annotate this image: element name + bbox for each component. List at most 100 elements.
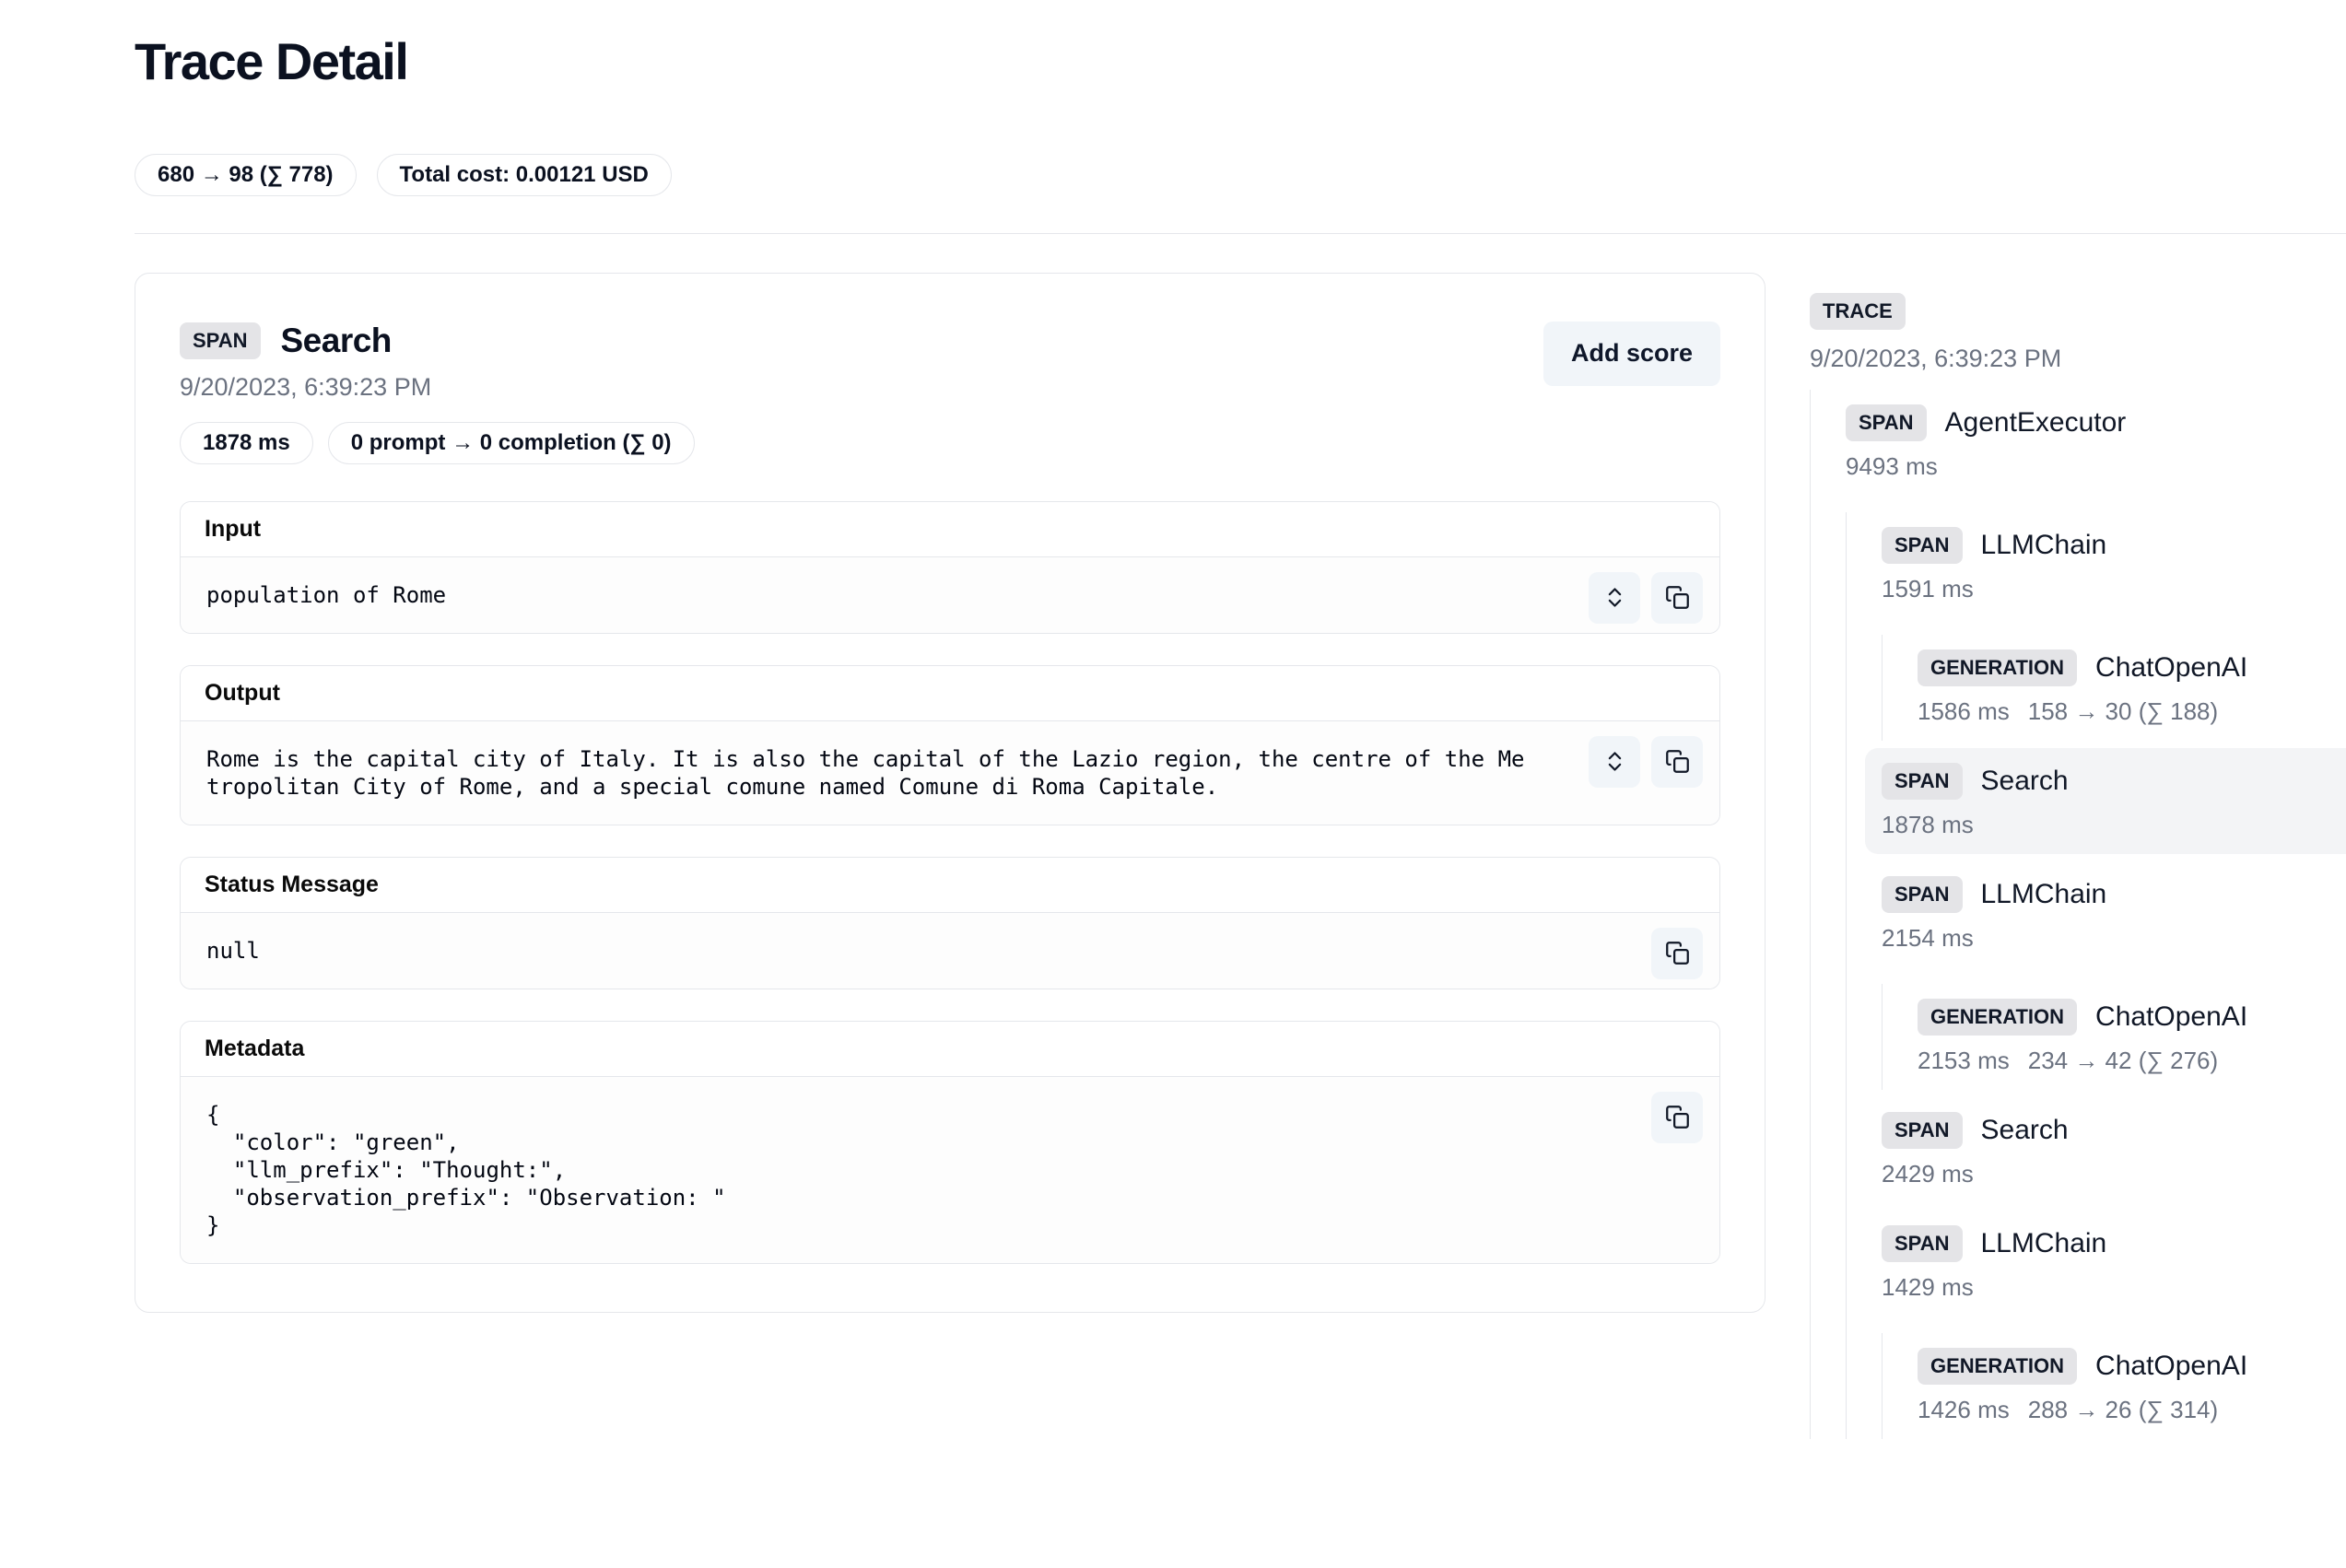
section-input: Input population of Rome [180, 501, 1720, 634]
tree-children: GENERATIONChatOpenAI 1426 ms288 → 26 (∑ 3… [1882, 1333, 2346, 1439]
observation-type-badge: SPAN [180, 322, 261, 359]
tree-node-duration: 2154 ms [1882, 924, 1974, 953]
tree-item: SPANLLMChain2154 msGENERATIONChatOpenAI2… [1882, 861, 2346, 1090]
tree-node-head: GENERATIONChatOpenAI [1918, 999, 2346, 1036]
tree-node-head: GENERATION ChatOpenAI [1918, 649, 2346, 686]
chevrons-up-down-icon [1602, 585, 1627, 610]
tree-item: GENERATIONChatOpenAI 2153 ms 234 → 42 (∑ 2… [1918, 984, 2346, 1090]
tree-item: GENERATION ChatOpenAI 1586 ms 158 → 30 (∑ 1… [1918, 635, 2346, 741]
tree-node-duration: 1878 ms [1882, 811, 1974, 839]
section-body: Rome is the capital city of Italy. It is… [181, 721, 1719, 825]
trace-summary-badges: 680 → 98 (∑ 778) Total cost: 0.00121 USD [135, 154, 2346, 196]
trace-cost-badge: Total cost: 0.00121 USD [377, 154, 672, 196]
tree-node-duration: 1426 ms [1918, 1396, 2010, 1424]
chevrons-up-down-icon [1602, 749, 1627, 774]
tree-node-agentexecutor[interactable]: SPANAgentExecutor 9493 ms [1829, 390, 2346, 496]
tree-node-type-badge: GENERATION [1918, 1348, 2077, 1385]
tree-node-duration: 2153 ms [1918, 1047, 2010, 1075]
section-content: population of Rome [206, 581, 1535, 609]
section-actions [1651, 1092, 1703, 1143]
tree-node-duration: 1591 ms [1882, 575, 1974, 603]
copy-button[interactable] [1651, 572, 1703, 624]
tree-node-duration: 9493 ms [1846, 452, 1938, 481]
copy-icon [1665, 585, 1690, 610]
tree-children: GENERATION ChatOpenAI 1586 ms 158 → 30 (∑ 1… [1882, 635, 2346, 741]
content: SPAN Search 9/20/2023, 6:39:23 PM 1878 m… [135, 273, 2346, 1439]
tree-node-head: SPAN LLMChain [1882, 527, 2346, 564]
tree-node-name: LLMChain [1981, 1228, 2107, 1259]
tree-node-search[interactable]: SPAN Search1878 ms [1865, 748, 2346, 854]
section-actions [1589, 736, 1703, 788]
trace-type-badge: TRACE [1810, 293, 1906, 330]
tree-node-meta: 1429 ms [1882, 1273, 2346, 1302]
trace-token-badge: 680 → 98 (∑ 778) [135, 154, 357, 196]
expand-button[interactable] [1589, 572, 1640, 624]
tree-node-type-badge: SPAN [1882, 1225, 1963, 1262]
copy-button[interactable] [1651, 736, 1703, 788]
tree-node-tokens: 158 → 30 (∑ 188) [2028, 697, 2218, 726]
section-title: Status Message [181, 858, 1719, 913]
tree-node-head: GENERATIONChatOpenAI [1918, 1348, 2346, 1385]
tree-node-search[interactable]: SPAN Search2429 ms [1865, 1097, 2346, 1203]
tree-node-type-badge: GENERATION [1918, 649, 2077, 686]
tree-node-type-badge: SPAN [1882, 527, 1963, 564]
copy-icon [1665, 749, 1690, 774]
section-status-message: Status Messagenull [180, 857, 1720, 989]
observation-card: SPAN Search 9/20/2023, 6:39:23 PM 1878 m… [135, 273, 1765, 1313]
copy-icon [1665, 941, 1690, 965]
tree-node-meta: 2154 ms [1882, 924, 2346, 953]
tree-children: SPANLLMChain1591 msGENERATIONChatOpenAI1… [1846, 512, 2346, 1439]
tree-node-llmchain[interactable]: SPAN LLMChain1591 ms [1865, 512, 2346, 618]
expand-button[interactable] [1589, 736, 1640, 788]
tree-node-name: AgentExecutor [1945, 407, 2127, 439]
tree-node-type-badge: SPAN [1882, 763, 1963, 800]
trace-detail-page: Trace Detail 680 → 98 (∑ 778) Total cost… [0, 35, 2346, 1439]
observation-header-left: SPAN Search 9/20/2023, 6:39:23 PM 1878 m… [180, 322, 695, 464]
trace-tree-panel: TRACE 9/20/2023, 6:39:23 PM SPANAgentExe… [1810, 273, 2346, 1439]
tree-item: SPAN LLMChain1591 ms GENERATION ChatOpenAI 1… [1882, 512, 2346, 741]
tree-node-duration: 1429 ms [1882, 1273, 1974, 1302]
tree-node-name: LLMChain [1981, 530, 2107, 561]
tree-node-head: SPANAgentExecutor [1846, 404, 2346, 441]
tree-item: SPAN LLMChain1429 ms GENERATIONChatOpenAI 1… [1882, 1211, 2346, 1439]
copy-button[interactable] [1651, 1092, 1703, 1143]
section-actions [1589, 572, 1703, 624]
tree-item: SPAN Search1878 ms [1882, 748, 2346, 854]
observation-badges: 1878 ms 0 prompt → 0 completion (∑ 0) [180, 422, 695, 464]
section-content: { "color": "green", "llm_prefix": "Thoug… [206, 1101, 1535, 1239]
tree-node-chatopenai[interactable]: GENERATION ChatOpenAI 1586 ms 158 → 30 (∑ 1… [1901, 635, 2346, 741]
tree-node-chatopenai[interactable]: GENERATIONChatOpenAI 1426 ms288 → 26 (∑ 3… [1901, 1333, 2346, 1439]
section-title: Input [181, 502, 1719, 557]
tree-node-llmchain[interactable]: SPANLLMChain2154 ms [1865, 861, 2346, 967]
tree-node-tokens: 234 → 42 (∑ 276) [2028, 1047, 2218, 1075]
tree-node-meta: 2153 ms 234 → 42 (∑ 276) [1918, 1047, 2346, 1075]
tree-node-name: Search [1981, 766, 2069, 797]
tree-node-meta: 2429 ms [1882, 1160, 2346, 1188]
tree-node-meta: 1426 ms288 → 26 (∑ 314) [1918, 1396, 2346, 1424]
tree-item: GENERATIONChatOpenAI 1426 ms288 → 26 (∑ 3… [1918, 1333, 2346, 1439]
observation-title-row: SPAN Search [180, 322, 695, 360]
tree-node-duration: 1586 ms [1918, 697, 2010, 726]
tree-item: SPAN Search2429 ms [1882, 1097, 2346, 1203]
section-output: OutputRome is the capital city of Italy.… [180, 665, 1720, 825]
copy-button[interactable] [1651, 928, 1703, 979]
observation-header: SPAN Search 9/20/2023, 6:39:23 PM 1878 m… [180, 322, 1720, 464]
tree-node-head: SPAN Search [1882, 1112, 2346, 1149]
observation-title: Search [281, 322, 392, 360]
tree-node-llmchain[interactable]: SPAN LLMChain1429 ms [1865, 1211, 2346, 1316]
tree-node-name: LLMChain [1981, 879, 2107, 910]
tree-node-head: SPAN LLMChain [1882, 1225, 2346, 1262]
trace-tree: SPANAgentExecutor9493 msSPANLLMChain1591… [1810, 390, 2346, 1439]
section-content: Rome is the capital city of Italy. It is… [206, 745, 1535, 801]
add-score-button[interactable]: Add score [1543, 322, 1720, 386]
tree-children: SPANAgentExecutor9493 msSPANLLMChain1591… [1810, 390, 2346, 1439]
tree-node-name: ChatOpenAI [2095, 652, 2247, 684]
header-divider [135, 233, 2346, 234]
tree-node-name: Search [1981, 1115, 2069, 1146]
tree-node-type-badge: GENERATION [1918, 999, 2077, 1036]
observation-duration-badge: 1878 ms [180, 422, 313, 464]
section-title: Metadata [181, 1022, 1719, 1077]
tree-node-type-badge: SPAN [1882, 1112, 1963, 1149]
tree-node-duration: 2429 ms [1882, 1160, 1974, 1188]
tree-node-chatopenai[interactable]: GENERATIONChatOpenAI 2153 ms 234 → 42 (∑ 2… [1901, 984, 2346, 1090]
